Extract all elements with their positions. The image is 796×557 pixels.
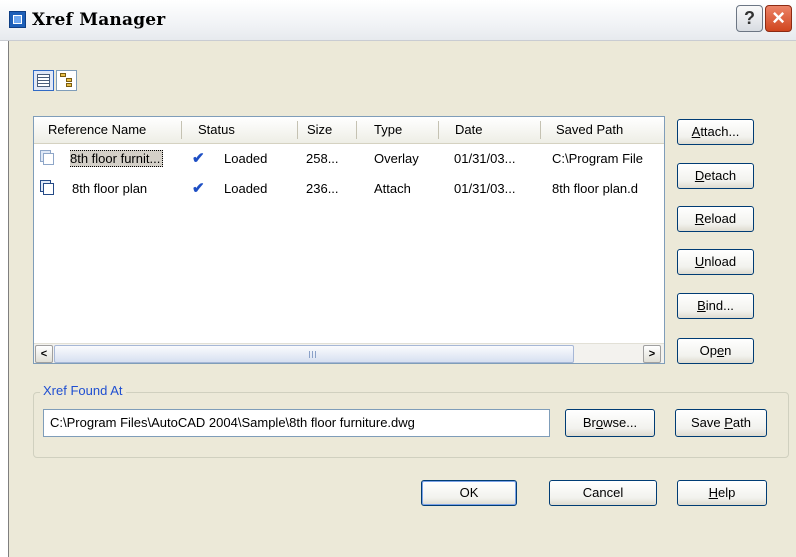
horizontal-scrollbar[interactable]: < >: [34, 343, 664, 363]
column-header-date[interactable]: Date: [449, 117, 482, 143]
table-row[interactable]: 8th floor furnit... ✔ Loaded 258... Over…: [34, 148, 664, 170]
saved-path-text: 8th floor plan.d: [552, 181, 639, 196]
window-title: Xref Manager: [32, 10, 166, 30]
help-title-button[interactable]: ?: [736, 5, 763, 32]
status-text: Loaded: [224, 181, 268, 196]
scroll-thumb[interactable]: [54, 345, 574, 363]
reference-name: 8th floor plan: [72, 181, 148, 196]
reference-name: 8th floor furnit...: [70, 150, 164, 167]
save-path-button[interactable]: Save Path: [675, 409, 767, 437]
column-header-type[interactable]: Type: [368, 117, 402, 143]
size-text: 258...: [306, 151, 339, 166]
table-row[interactable]: 8th floor plan ✔ Loaded 236... Attach 01…: [34, 178, 664, 200]
xref-manager-window: Xref Manager ? × Reference Name Status S…: [0, 0, 796, 557]
attach-xref-icon: [40, 180, 56, 197]
ok-button[interactable]: OK: [421, 480, 517, 506]
browse-button[interactable]: Browse...: [565, 409, 655, 437]
scroll-left-icon[interactable]: <: [35, 345, 53, 363]
saved-path-text: C:\Program File: [552, 151, 644, 166]
help-button[interactable]: Help: [677, 480, 767, 506]
column-header-size[interactable]: Size: [301, 117, 332, 143]
bind-button[interactable]: Bind...: [677, 293, 754, 319]
type-text: Attach: [374, 181, 411, 196]
xref-found-at-label: Xref Found At: [40, 383, 126, 398]
list-view-icon: [37, 74, 50, 87]
checkmark-icon: ✔: [192, 180, 205, 197]
date-text: 01/31/03...: [454, 181, 516, 196]
open-button[interactable]: Open: [677, 338, 754, 364]
unload-button[interactable]: Unload: [677, 249, 754, 275]
reload-button[interactable]: Reload: [677, 206, 754, 232]
column-header-status[interactable]: Status: [192, 117, 235, 143]
list-header: Reference Name Status Size Type Date Sav…: [34, 117, 664, 144]
size-text: 236...: [306, 181, 339, 196]
type-text: Overlay: [374, 151, 419, 166]
list-view-button[interactable]: [33, 70, 54, 91]
date-text: 01/31/03...: [454, 151, 516, 166]
tree-view-button[interactable]: [56, 70, 77, 91]
found-path-field[interactable]: C:\Program Files\AutoCAD 2004\Sample\8th…: [43, 409, 550, 437]
scroll-right-icon[interactable]: >: [643, 345, 661, 363]
checkmark-icon: ✔: [192, 150, 205, 167]
cancel-button[interactable]: Cancel: [549, 480, 657, 506]
close-button[interactable]: ×: [765, 5, 792, 32]
column-header-saved-path[interactable]: Saved Path: [550, 117, 623, 143]
column-header-reference-name[interactable]: Reference Name: [42, 117, 146, 143]
detach-button[interactable]: Detach: [677, 163, 754, 189]
status-text: Loaded: [224, 151, 268, 166]
attach-button[interactable]: Attach...: [677, 119, 754, 145]
title-bar: Xref Manager ? ×: [0, 0, 796, 41]
xref-list[interactable]: Reference Name Status Size Type Date Sav…: [33, 116, 665, 364]
overlay-xref-icon: [40, 150, 56, 167]
app-icon: [9, 11, 26, 28]
tree-view-icon: [60, 73, 74, 88]
